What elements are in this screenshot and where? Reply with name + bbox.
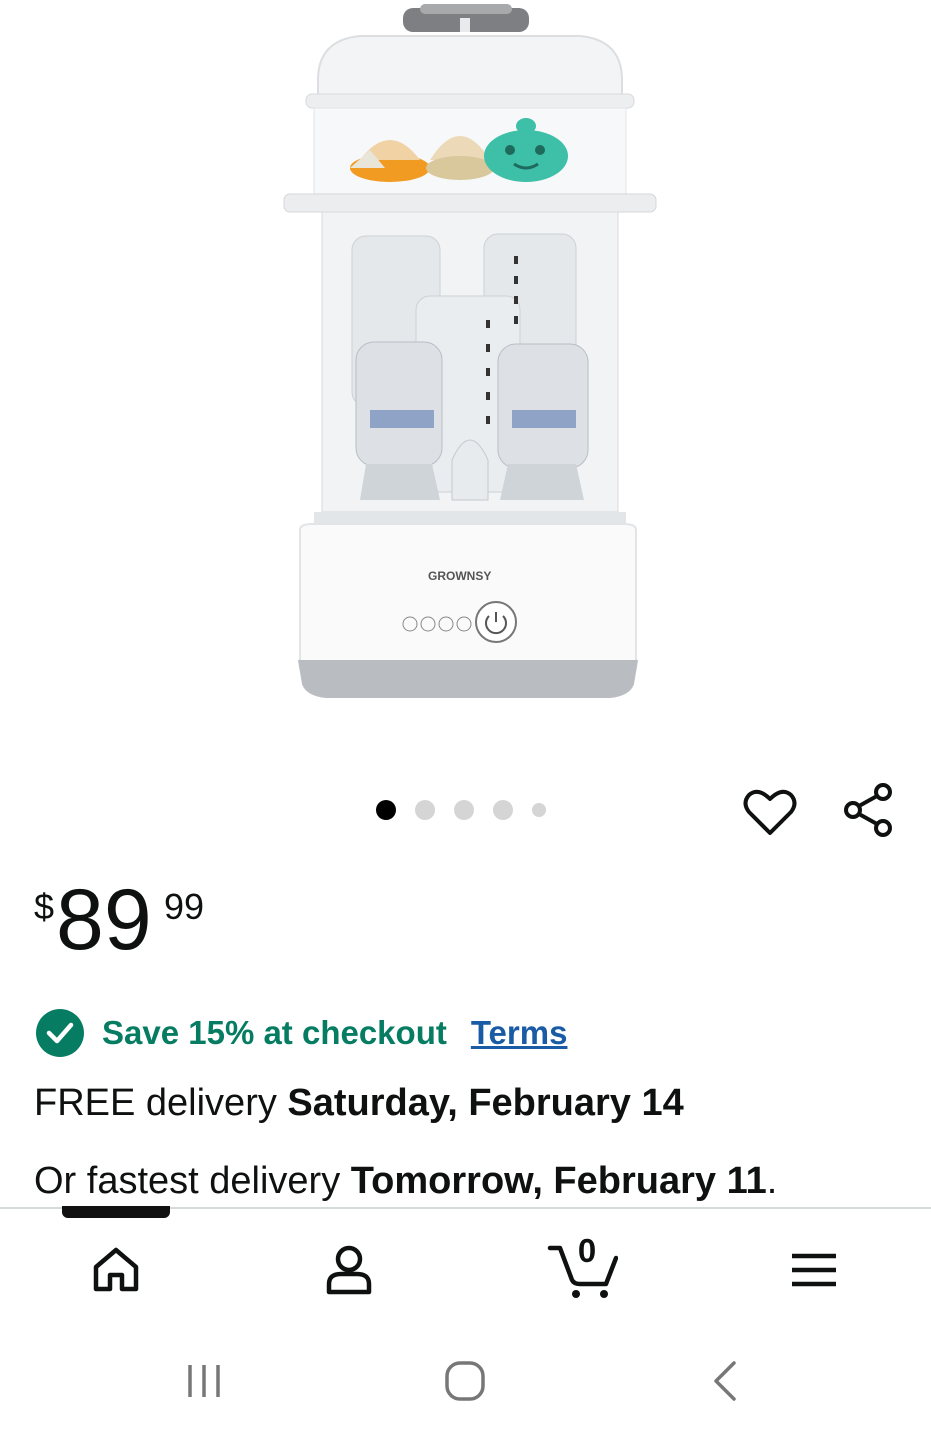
tab-account[interactable] [309, 1230, 389, 1310]
carousel-dot-4[interactable] [493, 800, 513, 820]
system-home-button[interactable] [430, 1350, 500, 1412]
carousel-dot-1[interactable] [376, 800, 396, 820]
terms-link[interactable]: Terms [471, 1014, 568, 1052]
free-delivery-prefix: FREE delivery [34, 1082, 277, 1124]
svg-text:GROWNSY: GROWNSY [428, 569, 491, 583]
free-delivery-line: FREE delivery Saturday, February 14 [34, 1078, 684, 1128]
add-to-list-button[interactable] [740, 782, 800, 842]
image-carousel-dots[interactable] [376, 798, 546, 822]
fastest-delivery-date: Tomorrow, February 11 [350, 1160, 767, 1202]
recent-apps-button[interactable] [169, 1350, 239, 1412]
fastest-delivery-line: Or fastest delivery Tomorrow, February 1… [34, 1156, 777, 1206]
home-circle-icon [445, 1361, 485, 1401]
free-delivery-date: Saturday, February 14 [287, 1082, 684, 1124]
checkmark-icon [36, 1009, 84, 1057]
promo-row: Save 15% at checkout Terms [36, 1008, 567, 1058]
account-icon [326, 1245, 372, 1295]
carousel-dot-2[interactable] [415, 800, 435, 820]
active-tab-indicator [62, 1206, 170, 1218]
fastest-delivery-suffix: . [766, 1160, 778, 1202]
share-icon [844, 783, 892, 837]
home-icon [93, 1247, 139, 1292]
price-fraction: 99 [164, 886, 205, 927]
cart-count: 0 [577, 1232, 597, 1269]
price-currency: $ [34, 886, 55, 927]
system-back-button[interactable] [691, 1350, 761, 1412]
product-image[interactable]: GROWNSY [270, 0, 670, 720]
carousel-dot-3[interactable] [454, 800, 474, 820]
back-icon [714, 1361, 736, 1401]
tab-home[interactable] [76, 1230, 156, 1310]
menu-icon [792, 1253, 836, 1287]
carousel-dot-5[interactable] [532, 803, 546, 817]
heart-icon [743, 789, 797, 835]
promo-text: Save 15% at checkout [102, 1014, 447, 1051]
price-whole: 89 [56, 872, 152, 968]
tab-menu[interactable] [774, 1230, 854, 1310]
fastest-delivery-prefix: Or fastest delivery [34, 1160, 341, 1202]
share-button[interactable] [838, 780, 898, 840]
recent-apps-icon [188, 1365, 220, 1397]
